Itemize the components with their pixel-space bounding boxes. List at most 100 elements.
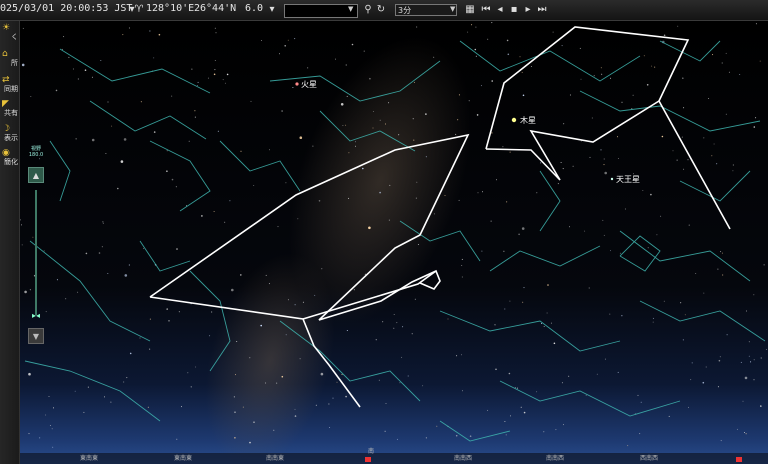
star bbox=[639, 433, 641, 435]
latitude-display[interactable]: 26°44'N bbox=[194, 3, 236, 14]
skip-forward-icon[interactable]: ⏭ bbox=[536, 4, 548, 16]
star bbox=[540, 162, 542, 164]
star bbox=[196, 85, 198, 86]
search-icon[interactable]: ⚲ bbox=[362, 4, 374, 16]
star bbox=[507, 53, 510, 56]
star bbox=[45, 311, 47, 313]
star bbox=[335, 58, 336, 60]
star bbox=[753, 359, 755, 361]
jupiter-marker[interactable] bbox=[511, 117, 517, 123]
star bbox=[610, 250, 611, 252]
skip-back-icon[interactable]: ⏮ bbox=[480, 4, 492, 16]
star bbox=[249, 357, 251, 359]
star bbox=[294, 408, 296, 410]
left-panel-item-sync[interactable]: ⇄ 同期 bbox=[0, 76, 20, 94]
star bbox=[475, 26, 477, 28]
star bbox=[753, 294, 755, 296]
star bbox=[521, 71, 523, 73]
left-panel-item-simplify[interactable]: ◉ 簡化 bbox=[0, 149, 20, 167]
star bbox=[224, 221, 226, 223]
star bbox=[425, 113, 427, 115]
star bbox=[705, 366, 707, 368]
stop-icon[interactable]: ▪ bbox=[508, 4, 520, 16]
magnitude-dropdown-icon[interactable]: ▾ bbox=[266, 4, 278, 16]
star bbox=[281, 375, 284, 378]
star bbox=[745, 433, 747, 435]
star bbox=[55, 89, 58, 92]
zoom-in-button[interactable]: ▲ bbox=[28, 167, 44, 183]
zoom-slider-track[interactable] bbox=[35, 190, 37, 315]
uranus-marker[interactable] bbox=[610, 177, 614, 181]
star bbox=[491, 80, 494, 82]
star bbox=[509, 300, 511, 302]
star bbox=[124, 274, 128, 277]
star bbox=[609, 313, 611, 315]
star bbox=[652, 321, 654, 323]
star bbox=[561, 45, 563, 47]
refresh-icon[interactable]: ↻ bbox=[375, 4, 387, 16]
star bbox=[153, 57, 155, 59]
star bbox=[56, 279, 58, 281]
left-panel-item-display[interactable]: ☽ 表示 bbox=[0, 125, 20, 143]
zoom-slider-handle[interactable]: ▸◂ bbox=[27, 312, 45, 320]
star bbox=[175, 186, 177, 188]
telescope-icon[interactable]: ♈ bbox=[133, 4, 145, 16]
sky-view[interactable]: 火星 木星 天王星 bbox=[20, 21, 768, 464]
star bbox=[84, 69, 87, 71]
star bbox=[546, 312, 548, 314]
star bbox=[591, 117, 593, 119]
star bbox=[684, 314, 686, 316]
left-panel-label: く bbox=[11, 33, 18, 41]
star bbox=[712, 54, 714, 56]
star bbox=[236, 341, 238, 342]
star bbox=[457, 119, 459, 121]
star bbox=[388, 219, 390, 221]
star bbox=[171, 95, 173, 97]
star bbox=[222, 79, 224, 81]
search-dropdown-icon[interactable]: ▼ bbox=[348, 5, 353, 13]
star bbox=[422, 385, 424, 387]
left-panel-item-location[interactable]: ⌂ 所 bbox=[0, 50, 20, 68]
star bbox=[506, 201, 508, 203]
star bbox=[640, 401, 642, 403]
star bbox=[21, 63, 25, 67]
star bbox=[600, 149, 602, 151]
star bbox=[508, 372, 511, 375]
star bbox=[294, 38, 296, 40]
star bbox=[249, 441, 251, 444]
play-icon[interactable]: ▸ bbox=[522, 4, 534, 16]
search-input[interactable] bbox=[284, 4, 358, 18]
left-panel-item-share[interactable]: ◤ 共有 bbox=[0, 100, 20, 118]
star bbox=[297, 218, 299, 220]
left-panel-label: 簡化 bbox=[4, 158, 18, 166]
star bbox=[147, 406, 149, 408]
step-back-icon[interactable]: ◂ bbox=[494, 4, 506, 16]
datetime-display[interactable]: 025/03/01 20:00:53 JST bbox=[0, 3, 132, 14]
star bbox=[688, 406, 689, 408]
star bbox=[345, 124, 347, 126]
star bbox=[234, 437, 236, 439]
star bbox=[732, 170, 734, 172]
star bbox=[719, 356, 721, 358]
interval-dropdown-icon[interactable]: ▼ bbox=[450, 5, 455, 13]
magnitude-display[interactable]: 6.0 bbox=[245, 3, 263, 14]
longitude-display[interactable]: 128°10'E bbox=[146, 3, 194, 14]
star bbox=[363, 50, 365, 52]
star bbox=[214, 69, 216, 71]
calendar-icon[interactable]: ▦ bbox=[464, 4, 476, 16]
left-panel-item-sun[interactable]: ☀ く bbox=[0, 24, 20, 42]
star bbox=[569, 94, 571, 96]
star bbox=[385, 123, 386, 125]
star bbox=[562, 168, 564, 170]
direction-label: 南南東 bbox=[266, 455, 285, 462]
star bbox=[217, 130, 219, 132]
star bbox=[491, 22, 493, 24]
star bbox=[728, 71, 730, 73]
star bbox=[285, 182, 287, 184]
mars-marker[interactable] bbox=[295, 82, 299, 86]
star bbox=[261, 40, 262, 41]
star bbox=[652, 317, 654, 319]
interval-select[interactable]: 3分 bbox=[395, 4, 457, 16]
star bbox=[416, 26, 418, 28]
zoom-out-button[interactable]: ▼ bbox=[28, 328, 44, 344]
